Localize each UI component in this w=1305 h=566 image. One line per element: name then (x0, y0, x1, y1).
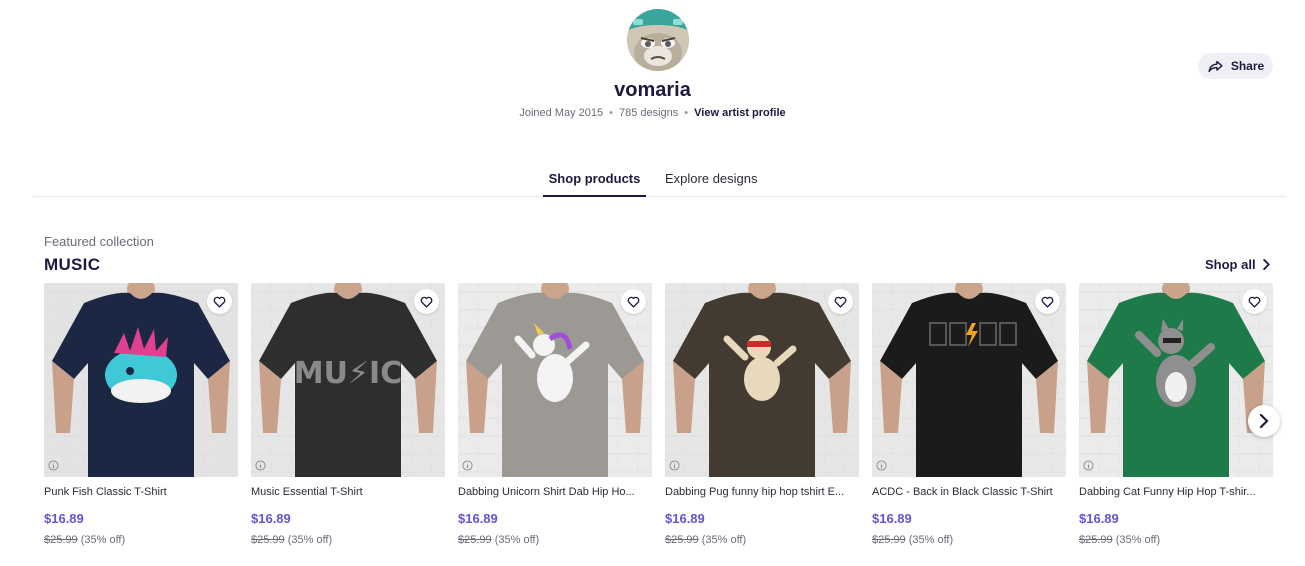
original-price: $25.99 (44, 534, 78, 546)
info-icon[interactable] (876, 460, 887, 471)
chevron-right-icon (1262, 259, 1270, 270)
favorite-button[interactable] (828, 289, 853, 314)
info-icon[interactable] (1083, 460, 1094, 471)
favorite-button[interactable] (1035, 289, 1060, 314)
product-image[interactable] (458, 283, 652, 477)
discount-label: (35% off) (494, 534, 540, 546)
favorite-button[interactable] (207, 289, 232, 314)
share-icon (1208, 60, 1223, 72)
artist-avatar[interactable] (627, 9, 689, 71)
original-price-row: $25.99 (35% off) (665, 534, 746, 546)
separator-dot: • (609, 107, 613, 119)
joined-date: Joined May 2015 (519, 107, 604, 119)
collection-title: MUSIC (44, 255, 101, 274)
carousel-next-button[interactable] (1248, 405, 1280, 437)
product-price: $16.89 (1079, 511, 1119, 526)
share-label: Share (1230, 59, 1265, 73)
product-card[interactable]: Punk Fish Classic T-Shirt $16.89 $25.99 (3… (44, 283, 238, 553)
original-price-row: $25.99 (35% off) (458, 534, 539, 546)
product-title[interactable]: Dabbing Pug funny hip hop tshirt E... (665, 486, 859, 498)
tab-bar: Shop products Explore designs (33, 160, 1286, 197)
tab-explore-designs[interactable]: Explore designs (665, 171, 758, 197)
info-icon[interactable] (462, 460, 473, 471)
original-price-row: $25.99 (35% off) (872, 534, 953, 546)
heart-icon (420, 296, 433, 308)
heart-icon (834, 296, 847, 308)
product-title[interactable]: Punk Fish Classic T-Shirt (44, 486, 238, 498)
favorite-button[interactable] (414, 289, 439, 314)
info-icon[interactable] (48, 460, 59, 471)
featured-collection-label: Featured collection (44, 234, 154, 249)
original-price: $25.99 (665, 534, 699, 546)
original-price: $25.99 (1079, 534, 1113, 546)
discount-label: (35% off) (1115, 534, 1161, 546)
share-button[interactable]: Share (1198, 53, 1273, 79)
product-card[interactable]: Dabbing Unicorn Shirt Dab Hip Ho... $16.8… (458, 283, 652, 553)
product-image[interactable] (44, 283, 238, 477)
view-artist-profile-link[interactable]: View artist profile (694, 107, 786, 119)
discount-label: (35% off) (287, 534, 333, 546)
product-image[interactable] (872, 283, 1066, 477)
svg-text:MU⚡IC: MU⚡IC (294, 356, 402, 391)
chevron-right-icon (1259, 414, 1269, 428)
heart-icon (1248, 296, 1261, 308)
product-image[interactable] (1079, 283, 1273, 477)
original-price-row: $25.99 (35% off) (44, 534, 125, 546)
product-title[interactable]: Music Essential T-Shirt (251, 486, 445, 498)
heart-icon (1041, 296, 1054, 308)
heart-icon (213, 296, 226, 308)
product-card[interactable]: ACDC - Back in Black Classic T-Shirt $16.… (872, 283, 1066, 553)
product-price: $16.89 (458, 511, 498, 526)
original-price: $25.99 (251, 534, 285, 546)
tab-shop-products[interactable]: Shop products (543, 171, 646, 197)
product-card[interactable]: MU⚡IC Music Essential T-Shirt $16.89 $25.99… (251, 283, 445, 553)
product-title[interactable]: Dabbing Cat Funny Hip Hop T-shir... (1079, 486, 1273, 498)
shop-all-label: Shop all (1205, 257, 1256, 272)
design-count: 785 designs (618, 107, 679, 119)
product-price: $16.89 (44, 511, 84, 526)
discount-label: (35% off) (908, 534, 954, 546)
artist-meta: Joined May 2015 • 785 designs • View artist … (0, 107, 1305, 119)
artist-username: vomaria (614, 79, 691, 101)
product-image[interactable]: MU⚡IC (251, 283, 445, 477)
product-price: $16.89 (665, 511, 705, 526)
discount-label: (35% off) (701, 534, 747, 546)
info-icon[interactable] (669, 460, 680, 471)
product-price: $16.89 (251, 511, 291, 526)
original-price: $25.99 (458, 534, 492, 546)
product-title[interactable]: Dabbing Unicorn Shirt Dab Hip Ho... (458, 486, 652, 498)
original-price-row: $25.99 (35% off) (251, 534, 332, 546)
original-price: $25.99 (872, 534, 906, 546)
favorite-button[interactable] (1242, 289, 1267, 314)
product-price: $16.89 (872, 511, 912, 526)
product-card[interactable]: Dabbing Cat Funny Hip Hop T-shir... $16.8… (1079, 283, 1273, 553)
shop-all-link[interactable]: Shop all (1205, 257, 1270, 272)
info-icon[interactable] (255, 460, 266, 471)
favorite-button[interactable] (621, 289, 646, 314)
discount-label: (35% off) (80, 534, 126, 546)
product-card[interactable]: Dabbing Pug funny hip hop tshirt E... $16… (665, 283, 859, 553)
heart-icon (627, 296, 640, 308)
separator-dot: • (684, 107, 689, 119)
original-price-row: $25.99 (35% off) (1079, 534, 1160, 546)
product-title[interactable]: ACDC - Back in Black Classic T-Shirt (872, 486, 1066, 498)
product-image[interactable] (665, 283, 859, 477)
